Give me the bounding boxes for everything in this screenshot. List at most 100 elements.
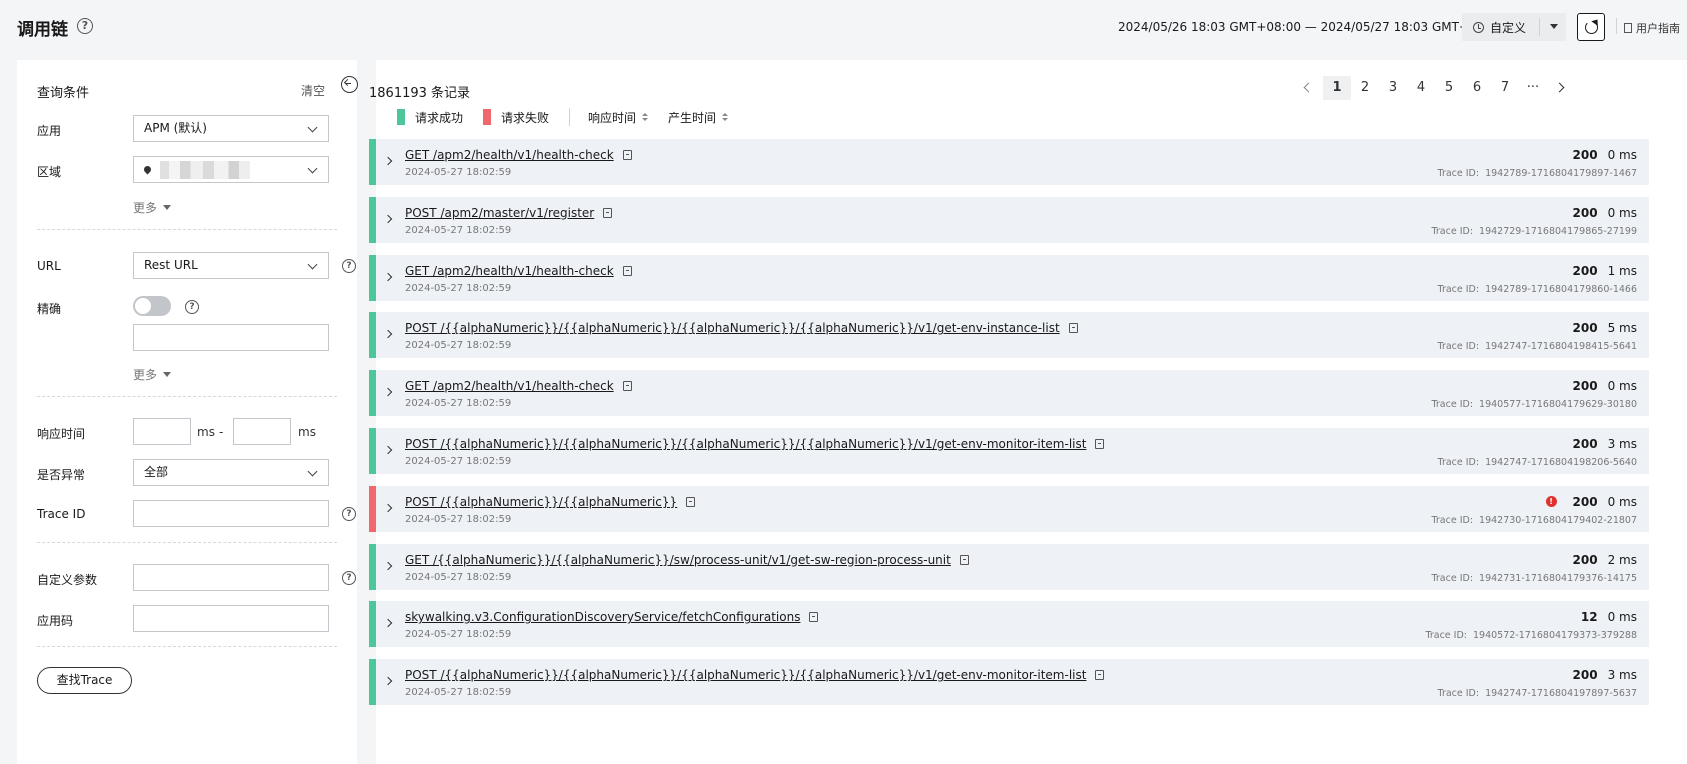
endpoint-link[interactable]: POST /{{alphaNumeric}}/{{alphaNumeric}}/… bbox=[405, 437, 1105, 451]
page-7[interactable]: 7 bbox=[1491, 76, 1519, 100]
region-select[interactable] bbox=[133, 156, 329, 183]
endpoint-link[interactable]: POST /{{alphaNumeric}}/{{alphaNumeric}}/… bbox=[405, 668, 1105, 682]
custom-param-input[interactable] bbox=[133, 564, 329, 591]
endpoint-text: GET /apm2/health/v1/health-check bbox=[405, 148, 614, 162]
copy-icon[interactable] bbox=[1095, 438, 1105, 449]
endpoint-link[interactable]: POST /{{alphaNumeric}}/{{alphaNumeric}} bbox=[405, 494, 696, 509]
copy-icon[interactable] bbox=[622, 265, 632, 276]
url-help-icon[interactable]: ? bbox=[342, 259, 356, 273]
sort-response-time[interactable]: 响应时间 bbox=[588, 109, 649, 126]
copy-icon[interactable] bbox=[959, 554, 969, 565]
caret-down-icon[interactable] bbox=[1550, 24, 1558, 29]
trace-row[interactable]: POST /{{alphaNumeric}}/{{alphaNumeric}}/… bbox=[369, 427, 1649, 474]
url-input[interactable] bbox=[133, 324, 329, 351]
copy-icon[interactable] bbox=[603, 207, 613, 218]
status-code: 200 bbox=[1572, 494, 1598, 509]
trace-row[interactable]: GET /apm2/health/v1/health-check 2024-05… bbox=[369, 139, 1649, 185]
more-toggle[interactable]: 更多 bbox=[133, 366, 172, 383]
exact-toggle[interactable] bbox=[133, 296, 171, 316]
chevron-right-icon[interactable] bbox=[383, 619, 393, 628]
custom-param-help-icon[interactable]: ? bbox=[342, 571, 356, 585]
status-bar bbox=[369, 601, 376, 648]
copy-icon[interactable] bbox=[1068, 323, 1078, 334]
page-1[interactable]: 1 bbox=[1323, 76, 1351, 100]
time-range-text[interactable]: 2024/05/26 18:03 GMT+08:00 — 2024/05/27 … bbox=[1118, 20, 1504, 34]
duration: 2 ms bbox=[1607, 552, 1637, 567]
duration: 0 ms bbox=[1607, 148, 1637, 162]
trace-id-value: 1942789-1716804179860-1466 bbox=[1485, 283, 1637, 295]
divider bbox=[1539, 18, 1540, 36]
trace-id-help-icon[interactable]: ? bbox=[342, 507, 356, 521]
chevron-right-icon[interactable] bbox=[383, 214, 393, 224]
chevron-right-icon[interactable] bbox=[383, 445, 393, 455]
time-mode-select[interactable]: 自定义 bbox=[1462, 13, 1566, 41]
clear-button[interactable]: 清空 bbox=[301, 82, 325, 99]
status-code: 200 bbox=[1572, 552, 1598, 567]
chevron-right-icon[interactable] bbox=[383, 561, 393, 570]
page-5[interactable]: 5 bbox=[1435, 76, 1463, 100]
copy-icon[interactable] bbox=[622, 150, 632, 160]
chevron-right-icon[interactable] bbox=[383, 330, 393, 339]
chevron-right-icon[interactable] bbox=[383, 156, 393, 166]
trace-id: Trace ID: 1942731-1716804179376-14175 bbox=[1431, 573, 1637, 584]
unit-label: ms bbox=[298, 425, 316, 439]
trace-row[interactable]: GET /{{alphaNumeric}}/{{alphaNumeric}}/s… bbox=[369, 543, 1649, 590]
page-4[interactable]: 4 bbox=[1407, 76, 1435, 100]
page-2[interactable]: 2 bbox=[1351, 76, 1379, 100]
page-6[interactable]: 6 bbox=[1463, 76, 1491, 100]
copy-icon[interactable] bbox=[809, 612, 819, 623]
next-page-icon[interactable] bbox=[1547, 76, 1575, 100]
trace-row[interactable]: GET /apm2/health/v1/health-check 2024-05… bbox=[369, 370, 1649, 417]
status-code: 200 bbox=[1572, 321, 1598, 336]
endpoint-link[interactable]: GET /apm2/health/v1/health-check bbox=[405, 379, 632, 393]
search-trace-button[interactable]: 查找Trace bbox=[37, 667, 132, 694]
response-time-min-input[interactable] bbox=[133, 418, 191, 445]
trace-row[interactable]: POST /{{alphaNumeric}}/{{alphaNumeric}}/… bbox=[369, 312, 1649, 359]
trace-id-input[interactable] bbox=[133, 500, 329, 527]
url-type-select[interactable]: Rest URL bbox=[133, 252, 329, 279]
timestamp: 2024-05-27 18:02:59 bbox=[405, 571, 512, 583]
prev-page-icon[interactable] bbox=[1295, 76, 1323, 100]
trace-row[interactable]: POST /{{alphaNumeric}}/{{alphaNumeric}} … bbox=[369, 485, 1649, 532]
endpoint-link[interactable]: skywalking.v3.ConfigurationDiscoveryServ… bbox=[405, 610, 819, 624]
status-bar bbox=[369, 139, 376, 185]
endpoint-link[interactable]: POST /{{alphaNumeric}}/{{alphaNumeric}}/… bbox=[405, 321, 1078, 335]
app-code-input[interactable] bbox=[133, 605, 329, 632]
endpoint-link[interactable]: GET /apm2/health/v1/health-check bbox=[405, 148, 632, 162]
page-3[interactable]: 3 bbox=[1379, 76, 1407, 100]
divider bbox=[1616, 18, 1617, 34]
chevron-right-icon[interactable] bbox=[383, 676, 393, 686]
chevron-right-icon[interactable] bbox=[383, 387, 393, 397]
response-time-max-input[interactable] bbox=[233, 418, 291, 445]
trace-row[interactable]: GET /apm2/health/v1/health-check 2024-05… bbox=[369, 254, 1649, 301]
status-bar bbox=[369, 254, 376, 301]
endpoint-text: POST /{{alphaNumeric}}/{{alphaNumeric}} bbox=[405, 494, 678, 509]
status-code: 200 bbox=[1572, 263, 1598, 278]
duration: 5 ms bbox=[1607, 321, 1637, 336]
trace-row[interactable]: POST /apm2/master/v1/register 2024-05-27… bbox=[369, 196, 1649, 243]
copy-icon[interactable] bbox=[686, 496, 696, 507]
endpoint-link[interactable]: POST /apm2/master/v1/register bbox=[405, 206, 613, 220]
copy-icon[interactable] bbox=[1095, 670, 1105, 681]
copy-icon[interactable] bbox=[622, 381, 632, 392]
collapse-panel-icon[interactable] bbox=[341, 76, 358, 93]
abnormal-select[interactable]: 全部 bbox=[133, 459, 329, 486]
more-pages[interactable]: ··· bbox=[1519, 76, 1547, 100]
timestamp: 2024-05-27 18:02:59 bbox=[405, 282, 512, 294]
chevron-right-icon[interactable] bbox=[383, 503, 393, 513]
sort-created-time[interactable]: 产生时间 bbox=[668, 109, 729, 126]
status-code: 200 bbox=[1572, 205, 1598, 220]
user-guide-link[interactable]: 用户指南 bbox=[1624, 20, 1680, 36]
help-icon[interactable]: ? bbox=[77, 18, 93, 34]
trace-id: Trace ID: 1942747-1716804197897-5637 bbox=[1438, 688, 1637, 699]
endpoint-link[interactable]: GET /{{alphaNumeric}}/{{alphaNumeric}}/s… bbox=[405, 553, 969, 567]
app-select[interactable]: APM (默认) bbox=[133, 115, 329, 142]
refresh-button[interactable] bbox=[1577, 13, 1605, 41]
more-toggle[interactable]: 更多 bbox=[133, 199, 172, 216]
chevron-right-icon[interactable] bbox=[383, 272, 393, 281]
endpoint-link[interactable]: GET /apm2/health/v1/health-check bbox=[405, 264, 632, 278]
trace-row[interactable]: skywalking.v3.ConfigurationDiscoveryServ… bbox=[369, 601, 1649, 648]
exact-help-icon[interactable]: ? bbox=[185, 300, 199, 314]
clock-icon bbox=[1473, 21, 1484, 33]
trace-row[interactable]: POST /{{alphaNumeric}}/{{alphaNumeric}}/… bbox=[369, 659, 1649, 706]
